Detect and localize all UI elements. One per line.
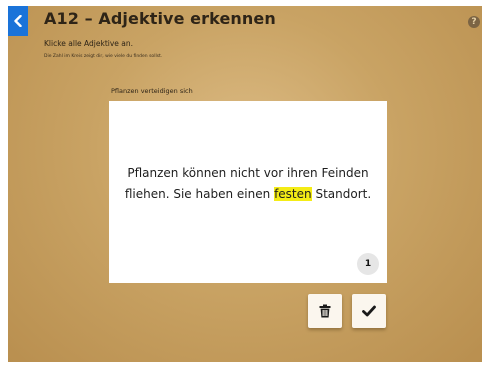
- word[interactable]: fliehen.: [125, 187, 170, 201]
- word[interactable]: Standort.: [315, 187, 371, 201]
- word[interactable]: nicht: [230, 166, 260, 180]
- word[interactable]: Sie: [173, 187, 191, 201]
- trash-icon: [319, 304, 331, 318]
- word[interactable]: können: [182, 166, 226, 180]
- word[interactable]: ihren: [287, 166, 318, 180]
- sentence-line-1: Pflanzen können nicht vor ihren Feinden: [109, 163, 387, 184]
- help-icon[interactable]: ?: [468, 16, 480, 28]
- hint-text: Die Zahl im Kreis zeigt dir, wie viele d…: [44, 54, 163, 59]
- word[interactable]: haben: [196, 187, 234, 201]
- word[interactable]: Pflanzen: [127, 166, 178, 180]
- back-button[interactable]: [8, 6, 28, 36]
- chevron-left-icon: [14, 15, 22, 27]
- word[interactable]: einen: [237, 187, 270, 201]
- word[interactable]: vor: [264, 166, 283, 180]
- word[interactable]: Feinden: [321, 166, 368, 180]
- card-text: Pflanzen können nicht vor ihren Feinden …: [109, 163, 387, 205]
- delete-button[interactable]: [308, 294, 342, 328]
- instruction-text: Klicke alle Adjektive an.: [44, 39, 134, 48]
- confirm-button[interactable]: [352, 294, 386, 328]
- remaining-count-badge: 1: [357, 253, 379, 275]
- page-title: A12 – Adjektive erkennen: [44, 9, 276, 28]
- selected-word[interactable]: festen: [274, 187, 312, 201]
- card-title: Pflanzen verteidigen sich: [111, 87, 193, 95]
- checkmark-icon: [362, 305, 376, 317]
- sentence-line-2: fliehen. Sie haben einen festen Standort…: [109, 184, 387, 205]
- exercise-stage: A12 – Adjektive erkennen ? Klicke alle A…: [8, 6, 482, 362]
- text-card: Pflanzen können nicht vor ihren Feinden …: [109, 101, 387, 283]
